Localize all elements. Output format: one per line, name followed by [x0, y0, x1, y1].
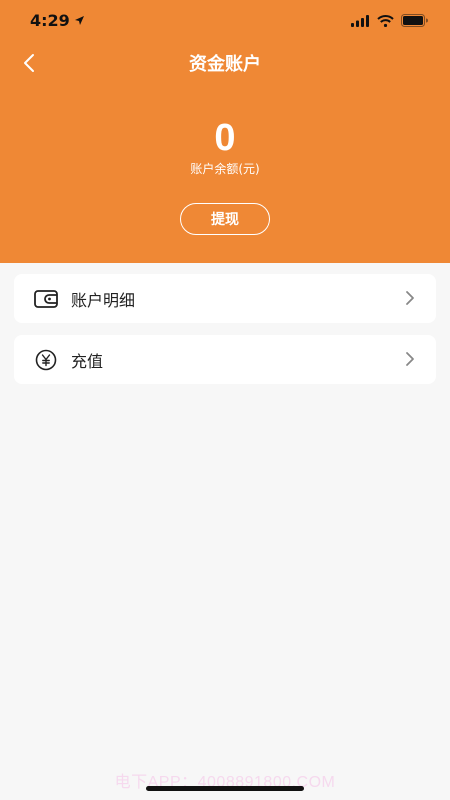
status-time: 4:29: [30, 11, 85, 30]
wallet-icon: [34, 287, 58, 311]
recharge-label: 充值: [71, 351, 104, 371]
status-indicators: [351, 14, 428, 27]
page-title: 资金账户: [189, 54, 261, 75]
location-arrow-icon: [74, 16, 84, 25]
chevron-right-icon: [406, 352, 414, 366]
recharge-item[interactable]: 充值: [14, 335, 436, 384]
time-text: 4:29: [30, 11, 70, 30]
withdraw-button[interactable]: 提现: [180, 203, 270, 235]
home-indicator: [146, 786, 304, 791]
yuan-icon: [34, 348, 58, 372]
wifi-icon: [377, 14, 394, 27]
account-details-label: 账户明细: [71, 290, 136, 310]
nav-bar: 资金账户: [0, 44, 450, 82]
battery-icon: [401, 14, 428, 27]
chevron-right-icon: [406, 291, 414, 305]
account-header: 4:29 资金账户 0 账户余额(元) 提现: [0, 0, 450, 263]
account-details-item[interactable]: 账户明细: [14, 274, 436, 323]
balance-label: 账户余额(元): [190, 162, 260, 176]
signal-icon: [351, 14, 369, 27]
balance-value: 0: [214, 117, 236, 159]
status-bar: 4:29: [0, 0, 450, 44]
